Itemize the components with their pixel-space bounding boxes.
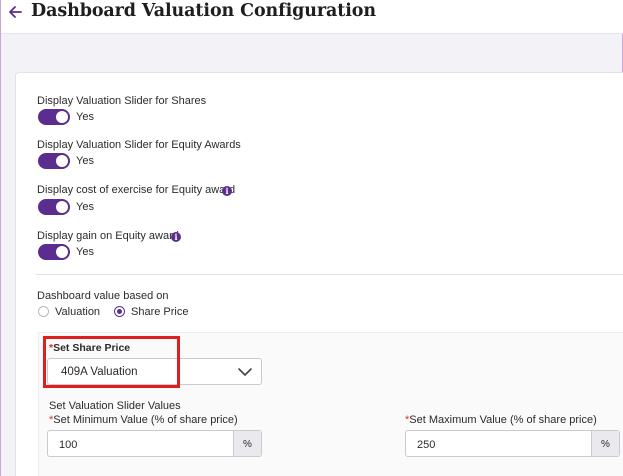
chevron-down-icon — [238, 368, 252, 376]
info-icon[interactable]: i — [171, 232, 181, 242]
toggle-cost-of-exercise[interactable] — [38, 199, 70, 215]
percent-addon: % — [233, 431, 261, 456]
toggle-knob — [56, 155, 68, 167]
setting-label-cost-of-exercise: Display cost of exercise for Equity awar… — [37, 184, 236, 196]
setting-label-gain-on-equity: Display gain on Equity award — [37, 230, 179, 242]
radio-valuation-label[interactable]: Valuation — [55, 306, 100, 318]
max-value-label: *Set Maximum Value (% of share price) — [405, 414, 597, 426]
toggle-knob — [56, 246, 68, 258]
min-value-label: *Set Minimum Value (% of share price) — [49, 414, 238, 426]
page-header: Dashboard Valuation Configuration — [1, 0, 623, 34]
value-basis-label: Dashboard value based on — [37, 290, 169, 302]
toggle-knob — [56, 111, 68, 123]
radio-share-price-label[interactable]: Share Price — [131, 306, 188, 318]
radio-share-price[interactable] — [114, 306, 125, 317]
toggle-state-text: Yes — [76, 201, 94, 213]
page-title: Dashboard Valuation Configuration — [31, 1, 376, 21]
min-value-input-value: 100 — [59, 439, 78, 451]
info-icon[interactable]: i — [222, 186, 232, 196]
toggle-state-text: Yes — [76, 111, 94, 123]
toggle-state-text: Yes — [76, 246, 94, 258]
radio-valuation[interactable] — [38, 306, 49, 317]
toggle-equity-slider[interactable] — [38, 153, 70, 169]
setting-label-shares-slider: Display Valuation Slider for Shares — [37, 95, 207, 107]
arrow-left-icon[interactable] — [7, 2, 25, 22]
max-value-input-value: 250 — [417, 439, 436, 451]
toggle-knob — [56, 201, 68, 213]
toggle-state-text: Yes — [76, 155, 94, 167]
max-value-label-text: Set Maximum Value (% of share price) — [409, 414, 597, 426]
min-value-input[interactable]: 100 % — [47, 430, 262, 457]
toggle-gain-on-equity[interactable] — [38, 244, 70, 260]
toggle-shares-slider[interactable] — [38, 109, 70, 125]
highlight-annotation-box — [43, 336, 180, 388]
percent-addon: % — [591, 431, 619, 456]
max-value-input[interactable]: 250 % — [405, 430, 620, 457]
setting-label-equity-slider: Display Valuation Slider for Equity Awar… — [37, 139, 241, 151]
min-value-label-text: Set Minimum Value (% of share price) — [53, 414, 238, 426]
section-divider — [36, 274, 623, 275]
slider-values-heading: Set Valuation Slider Values — [49, 400, 181, 412]
